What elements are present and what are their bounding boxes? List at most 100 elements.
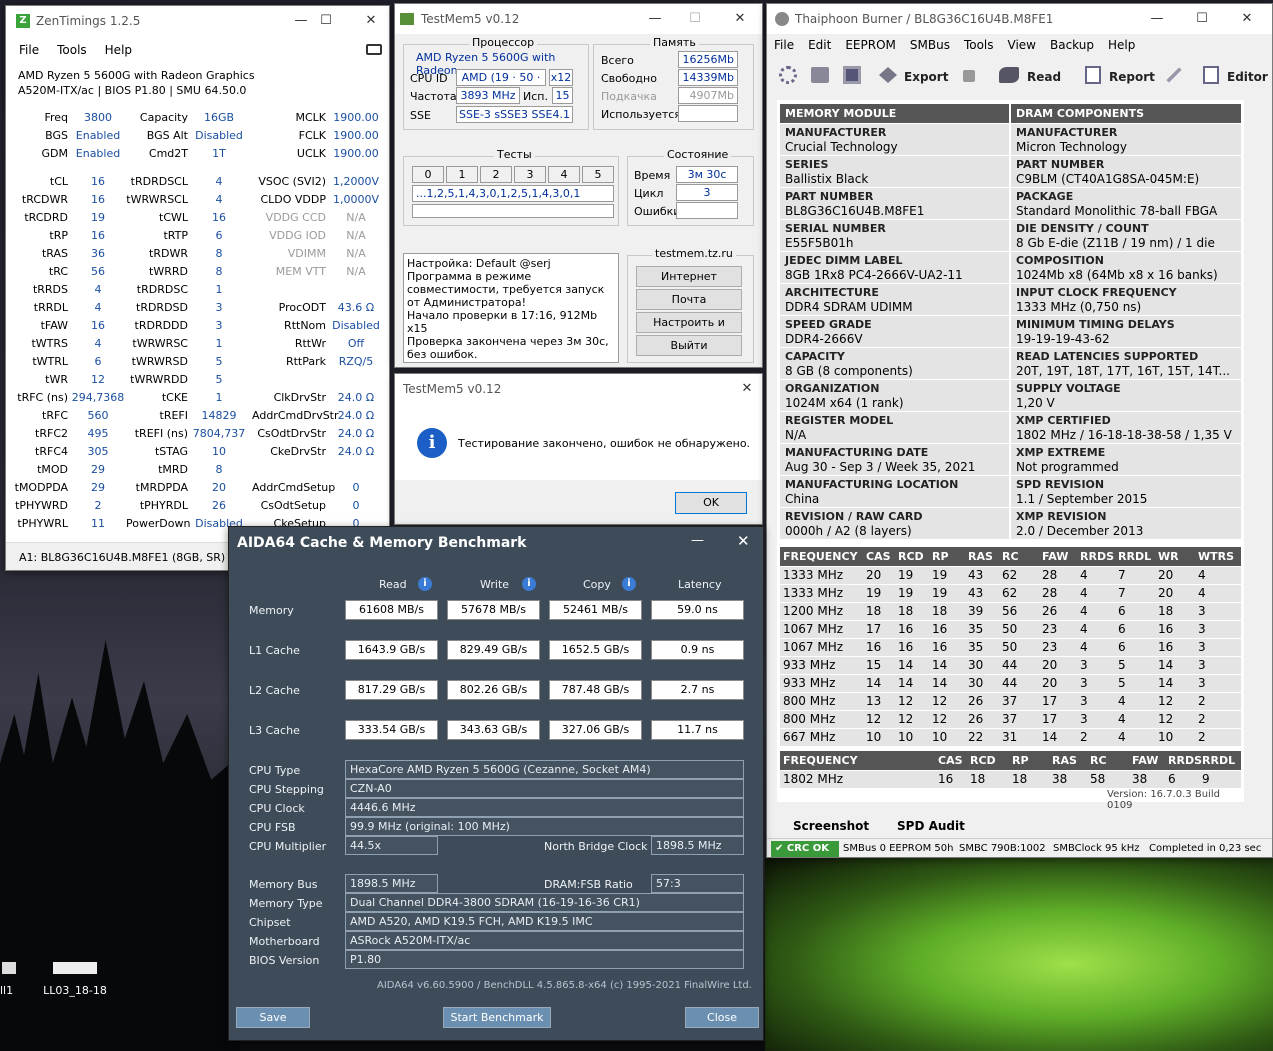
exit-button[interactable]: Выйти — [636, 335, 742, 356]
desktop-icon-2[interactable]: LL03_18-18 — [40, 962, 110, 1002]
menu-tools[interactable]: Tools — [964, 38, 994, 52]
freq-header: RRDS — [1080, 550, 1114, 563]
freq-cell: 5 — [1118, 676, 1126, 690]
timing-value: 294,7368 — [71, 391, 125, 404]
timing-value: N/A — [346, 211, 366, 224]
read-icon[interactable] — [999, 67, 1019, 83]
spec-label: INPUT CLOCK FREQUENCY — [1016, 286, 1177, 299]
menu-edit[interactable]: Edit — [808, 38, 831, 52]
editor-label[interactable]: Editor — [1227, 70, 1268, 84]
editor-icon[interactable] — [1203, 66, 1219, 84]
freq-cell: 56 — [1002, 604, 1018, 618]
spec-cell: SPEED GRADE DDR4-2666V — [780, 316, 1009, 348]
export-icon[interactable] — [879, 67, 897, 83]
timing-value: 26 — [212, 499, 226, 512]
minimize-button[interactable]: — — [691, 533, 704, 548]
tab-spd-audit[interactable]: SPD Audit — [897, 819, 965, 833]
read-label[interactable]: Read — [1027, 70, 1061, 84]
freq-cell: 10 — [866, 730, 882, 744]
save-button[interactable]: Save — [236, 1007, 310, 1028]
freq-cell: 19 — [932, 586, 948, 600]
menu-backup[interactable]: Backup — [1050, 38, 1094, 52]
timing-value: 1900.00 — [333, 147, 379, 160]
timing-label: tMRD — [158, 463, 188, 476]
freq-cell: 22 — [968, 730, 984, 744]
gear-icon[interactable] — [779, 66, 797, 84]
open-icon[interactable] — [811, 67, 829, 83]
maximize-button[interactable]: ☐ — [306, 6, 346, 36]
freq-label: Частота — [410, 90, 457, 103]
tab-screenshot[interactable]: Screenshot — [793, 819, 869, 833]
start-benchmark-button[interactable]: Start Benchmark — [443, 1007, 551, 1028]
internet-button[interactable]: Интернет — [636, 266, 742, 287]
timing-value: 12 — [91, 373, 105, 386]
close-button[interactable]: ✕ — [720, 4, 760, 34]
tools-icon[interactable] — [1161, 62, 1186, 87]
freq-cell: 20 — [1042, 658, 1058, 672]
timing-value: 19 — [91, 211, 105, 224]
freq-cell: 4 — [1118, 694, 1126, 708]
freq-cell: 3 — [1198, 622, 1206, 636]
spec-label: SUPPLY VOLTAGE — [1016, 382, 1121, 395]
maximize-button[interactable]: ☐ — [1182, 4, 1222, 34]
spec-value: 1333 MHz (0,750 ns) — [1016, 300, 1142, 314]
log-textarea[interactable]: Настройка: Default @serj Программа в реж… — [403, 253, 619, 363]
write-info-icon[interactable]: i — [522, 577, 536, 591]
lock-icon[interactable] — [963, 70, 975, 82]
save-icon[interactable] — [843, 66, 861, 84]
minimize-button[interactable]: — — [635, 4, 675, 34]
cpu-id-label: CPU ID — [410, 72, 448, 85]
menu-eeprom[interactable]: EEPROM — [845, 38, 896, 52]
timing-label: Capacity — [139, 111, 188, 124]
close-button[interactable]: ✕ — [727, 374, 762, 404]
close-button[interactable]: ✕ — [1227, 4, 1267, 34]
nb-clock-field: 1898.5 MHz — [651, 836, 744, 855]
menu-tools[interactable]: Tools — [57, 43, 87, 57]
report-icon[interactable] — [1085, 66, 1101, 84]
menu-view[interactable]: View — [1008, 38, 1036, 52]
setup-exit-button[interactable]: Настроить и выйти — [636, 312, 742, 348]
menu-help[interactable]: Help — [1108, 38, 1135, 52]
export-label[interactable]: Export — [904, 70, 948, 84]
freq-cell: 15 — [866, 658, 882, 672]
timing-value: 5 — [215, 373, 223, 386]
timing-label: CsOdtDrvStr — [257, 427, 326, 440]
ok-button[interactable]: OK — [675, 492, 747, 514]
dram-ratio-label: DRAM:FSB Ratio — [544, 878, 633, 891]
menu-file[interactable]: File — [19, 43, 39, 57]
timing-label: tWRWRDD — [130, 373, 188, 386]
freq-cell: 16 — [898, 622, 914, 636]
read-info-icon[interactable]: i — [418, 577, 432, 591]
close-button[interactable]: ✕ — [737, 532, 750, 550]
mail-button[interactable]: Почта — [636, 289, 742, 310]
timing-value: 8 — [215, 265, 223, 278]
menu-smbus[interactable]: SMBus — [910, 38, 950, 52]
freq-header: CAS — [866, 550, 891, 563]
camera-icon[interactable] — [366, 44, 382, 55]
row-label: L3 Cache — [249, 724, 300, 737]
freq-cell: 3 — [1198, 658, 1206, 672]
menu-file[interactable]: File — [774, 38, 794, 52]
title-bar: AIDA64 Cache & Memory Benchmark — ✕ — [229, 527, 763, 559]
freq-cell: 35 — [968, 622, 984, 636]
close-button[interactable]: ✕ — [351, 6, 389, 36]
menu-help[interactable]: Help — [105, 43, 132, 57]
timing-value: Disabled — [195, 129, 243, 142]
maximize-button[interactable]: ☐ — [675, 4, 715, 34]
freq-cell: 800 MHz — [783, 712, 836, 726]
cpu-stepping-field: CZN-A0 — [345, 779, 744, 798]
copy-info-icon[interactable]: i — [622, 577, 636, 591]
timing-value: 4 — [94, 337, 102, 350]
close-button-footer[interactable]: Close — [685, 1007, 759, 1028]
timing-label: tCKE — [161, 391, 188, 404]
timing-value: 56 — [91, 265, 105, 278]
spec-value: C9BLM (CT40A1G8SA-045M:E) — [1016, 172, 1200, 186]
minimize-button[interactable]: — — [1137, 4, 1177, 34]
xmp-header: FREQUENCY — [783, 754, 858, 767]
report-label[interactable]: Report — [1109, 70, 1155, 84]
timing-label: tWRWRSC — [132, 337, 188, 350]
timing-value: Off — [347, 337, 365, 350]
spec-label: CAPACITY — [785, 350, 845, 363]
timing-value: Disabled — [332, 319, 380, 332]
desktop-icon-1[interactable]: ll1 — [0, 962, 20, 1002]
